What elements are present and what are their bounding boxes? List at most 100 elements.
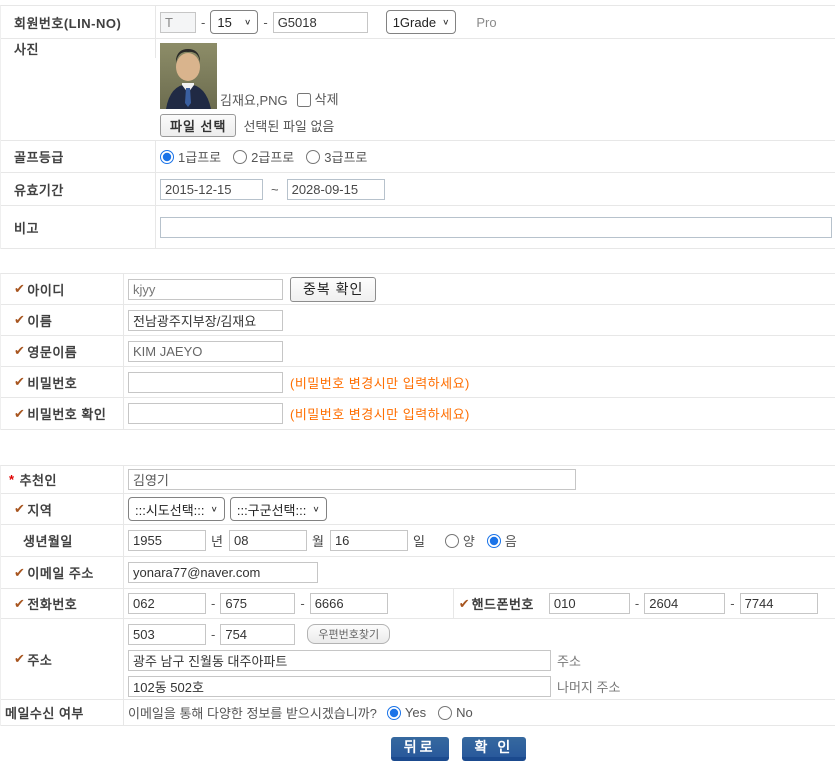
lunar-radio[interactable] bbox=[487, 534, 501, 548]
dash-separator: - bbox=[211, 627, 215, 642]
password-label: ✔ 비밀번호 bbox=[1, 367, 124, 397]
mobile-label: 핸드폰번호 bbox=[472, 594, 534, 613]
dash-separator: - bbox=[263, 15, 267, 30]
golf-grade2-label: 2급프로 bbox=[251, 147, 294, 166]
member-no-label: 회원번호(LIN-NO) bbox=[1, 6, 156, 38]
email-field[interactable] bbox=[128, 562, 318, 583]
chevron-down-icon: ∨ bbox=[211, 505, 218, 514]
photo-delete-checkbox[interactable] bbox=[297, 93, 311, 107]
email-label-text: 이메일 주소 bbox=[27, 563, 93, 582]
referrer-label: * 추천인 bbox=[1, 466, 124, 493]
member-no-part2-select[interactable]: 15 ∨ bbox=[210, 10, 258, 34]
golf-grade3-radio[interactable] bbox=[306, 150, 320, 164]
file-select-button[interactable]: 파일 선택 bbox=[160, 114, 236, 137]
dash-separator: - bbox=[211, 596, 215, 611]
eng-name-row: ✔ 영문이름 bbox=[1, 336, 835, 367]
month-unit: 월 bbox=[312, 531, 324, 550]
dash-separator: - bbox=[201, 15, 205, 30]
address-label-text: 주소 bbox=[27, 650, 52, 669]
mail-no-radio[interactable] bbox=[438, 706, 452, 720]
password-confirm-field[interactable] bbox=[128, 403, 283, 424]
required-check-icon: ✔ bbox=[14, 406, 25, 422]
required-check-icon: ✔ bbox=[14, 651, 25, 667]
phone-label: ✔ 전화번호 bbox=[1, 589, 124, 618]
account-table: ✔ 아이디 중복 확인 ✔ 이름 ✔ 영문이름 ✔ 비밀번호 bbox=[0, 273, 835, 430]
gugun-value: :::구군선택::: bbox=[237, 500, 307, 519]
photo-label: 사진 bbox=[1, 39, 156, 58]
golf-grade-row: 골프등급 1급프로 2급프로 3급프로 bbox=[1, 141, 835, 173]
birth-year-field[interactable] bbox=[128, 530, 206, 551]
region-label: ✔ 지역 bbox=[1, 494, 124, 524]
grade-value: 1Grade bbox=[393, 15, 436, 30]
referrer-row: * 추천인 bbox=[1, 466, 835, 494]
referrer-field[interactable] bbox=[128, 469, 576, 490]
required-check-icon: ✔ bbox=[14, 565, 25, 581]
required-check-icon: ✔ bbox=[14, 343, 25, 359]
eng-name-label-text: 영문이름 bbox=[27, 342, 77, 361]
no-file-text: 선택된 파일 없음 bbox=[243, 116, 334, 135]
chevron-down-icon: ∨ bbox=[312, 505, 319, 514]
solar-radio[interactable] bbox=[445, 534, 459, 548]
solar-label: 양 bbox=[463, 531, 475, 550]
photo-filename: 김재요,PNG bbox=[220, 90, 288, 109]
confirm-button[interactable]: 확 인 bbox=[462, 737, 527, 761]
phone-part2-field[interactable] bbox=[220, 593, 295, 614]
password-confirm-note: (비밀번호 변경시만 입력하세요) bbox=[290, 404, 470, 423]
zip2-field[interactable] bbox=[220, 624, 295, 645]
pro-text: Pro bbox=[476, 15, 496, 30]
duplicate-check-button[interactable]: 중복 확인 bbox=[290, 277, 376, 302]
sido-select[interactable]: :::시도선택::: ∨ bbox=[128, 497, 225, 521]
eng-name-field[interactable] bbox=[128, 341, 283, 362]
mail-opt-label: 메일수신 여부 bbox=[1, 700, 124, 725]
address2-field[interactable] bbox=[128, 676, 551, 697]
phone-part3-field[interactable] bbox=[310, 593, 388, 614]
year-unit: 년 bbox=[211, 531, 223, 550]
required-check-icon: ✔ bbox=[14, 312, 25, 328]
address1-field[interactable] bbox=[128, 650, 551, 671]
email-label: ✔ 이메일 주소 bbox=[1, 557, 124, 588]
day-unit: 일 bbox=[413, 531, 425, 550]
id-field[interactable] bbox=[128, 279, 283, 300]
validity-from-field[interactable] bbox=[160, 179, 263, 200]
zip1-field[interactable] bbox=[128, 624, 206, 645]
validity-to-field[interactable] bbox=[287, 179, 385, 200]
dash-separator: - bbox=[300, 596, 304, 611]
zip-search-button[interactable]: 우편번호찾기 bbox=[307, 624, 390, 644]
required-check-icon: ✔ bbox=[14, 281, 25, 297]
mobile-part1-field[interactable] bbox=[549, 593, 630, 614]
member-no-part3-field[interactable] bbox=[273, 12, 368, 33]
tilde-separator: ~ bbox=[271, 182, 279, 197]
name-field[interactable] bbox=[128, 310, 283, 331]
note-field[interactable] bbox=[160, 217, 832, 238]
chevron-down-icon: ∨ bbox=[244, 18, 251, 27]
gugun-select[interactable]: :::구군선택::: ∨ bbox=[230, 497, 327, 521]
member-no-part1-field[interactable] bbox=[160, 12, 196, 33]
password-confirm-label-text: 비밀번호 확인 bbox=[27, 404, 106, 423]
mobile-part3-field[interactable] bbox=[740, 593, 818, 614]
region-label-text: 지역 bbox=[27, 500, 52, 519]
member-photo bbox=[160, 43, 217, 109]
grade-select[interactable]: 1Grade ∨ bbox=[386, 10, 457, 34]
cell-divider bbox=[453, 589, 454, 618]
sido-value: :::시도선택::: bbox=[135, 500, 205, 519]
password-field[interactable] bbox=[128, 372, 283, 393]
referrer-label-text: 추천인 bbox=[20, 470, 57, 489]
password-row: ✔ 비밀번호 (비밀번호 변경시만 입력하세요) bbox=[1, 367, 835, 398]
photo-delete-label: 삭제 bbox=[315, 89, 339, 108]
email-row: ✔ 이메일 주소 bbox=[1, 557, 835, 589]
golf-grade1-radio[interactable] bbox=[160, 150, 174, 164]
phone-part1-field[interactable] bbox=[128, 593, 206, 614]
golf-grade-label: 골프등급 bbox=[1, 141, 156, 172]
dash-separator: - bbox=[730, 596, 734, 611]
mobile-part2-field[interactable] bbox=[644, 593, 725, 614]
id-label: ✔ 아이디 bbox=[1, 274, 124, 304]
birth-row: 생년월일 년 월 일 양 음 bbox=[1, 525, 835, 557]
mail-yes-radio[interactable] bbox=[387, 706, 401, 720]
back-button[interactable]: 뒤로 bbox=[391, 737, 449, 761]
birth-day-field[interactable] bbox=[330, 530, 408, 551]
button-bar: 뒤로 확 인 bbox=[0, 737, 835, 761]
golf-grade2-radio[interactable] bbox=[233, 150, 247, 164]
birth-month-field[interactable] bbox=[229, 530, 307, 551]
lunar-label: 음 bbox=[505, 531, 517, 550]
mail-opt-row: 메일수신 여부 이메일을 통해 다양한 정보를 받으시겠습니까? Yes No bbox=[1, 700, 835, 726]
